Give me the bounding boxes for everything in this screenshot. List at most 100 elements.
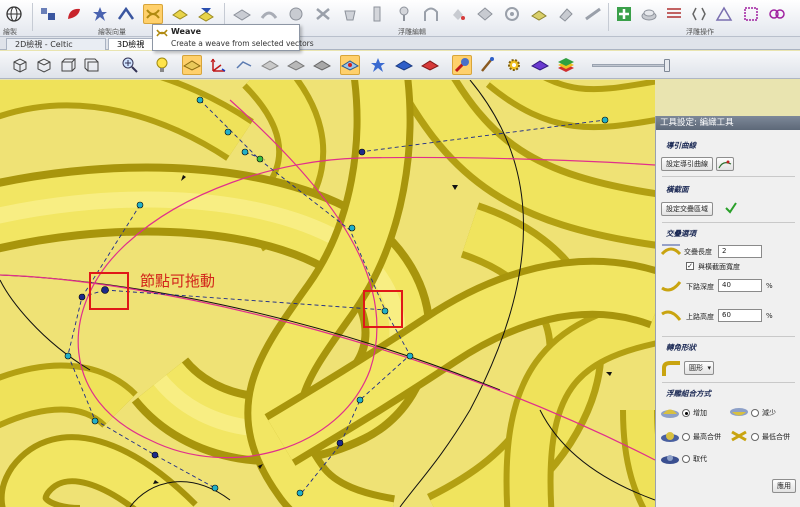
light-bulb-icon[interactable]	[152, 55, 172, 75]
same-width-label: 與橫截面寬度	[698, 263, 740, 271]
combine-add-label: 增加	[693, 409, 707, 417]
guide-curve-section: 導引曲線	[666, 141, 696, 150]
combine-min-radio[interactable]	[751, 433, 759, 441]
combine-add-icon	[661, 409, 679, 418]
relief-pin-icon[interactable]	[394, 4, 414, 24]
relief-erase-icon[interactable]	[556, 4, 576, 24]
relief-texture-icon[interactable]	[196, 4, 216, 24]
tab-2d-view[interactable]: 2D檢視 - Celtic Brooch	[6, 38, 106, 61]
combine-min-label: 最低合併	[762, 433, 790, 441]
node-edit-icon[interactable]	[38, 4, 58, 24]
cross-section-section: 橫截面	[666, 185, 689, 194]
overlap-length-input[interactable]: 2	[718, 245, 762, 258]
guide-curve-options-button[interactable]	[716, 157, 734, 171]
relief-fill-icon[interactable]	[448, 4, 468, 24]
zoom-icon[interactable]	[120, 55, 140, 75]
material-display-icon[interactable]	[286, 55, 306, 75]
relief-offset-icon[interactable]	[529, 4, 549, 24]
tab-3d-view[interactable]: 3D檢視	[108, 38, 154, 50]
gear-icon[interactable]	[504, 55, 524, 75]
relief-blend-icon[interactable]	[583, 4, 603, 24]
triangle-relief-icon[interactable]	[714, 4, 734, 24]
combine-max-label: 最高合併	[693, 433, 721, 441]
view-front-icon[interactable]	[34, 55, 54, 75]
combine-add-radio[interactable]	[682, 409, 690, 417]
relief-plane-icon[interactable]	[232, 4, 252, 24]
combine-replace-radio[interactable]	[682, 455, 690, 463]
shape-red-icon[interactable]	[64, 4, 84, 24]
relief-sweep-icon[interactable]	[259, 4, 279, 24]
vector-display-icon[interactable]	[234, 55, 254, 75]
3d-viewport[interactable]: 節點可拖動	[0, 80, 655, 507]
lower-depth-input[interactable]: 40	[718, 279, 762, 292]
weave-icon	[156, 29, 168, 37]
green-add-icon[interactable]	[614, 4, 634, 24]
upper-height-input[interactable]: 60	[718, 309, 762, 322]
set-guide-curve-button[interactable]: 設定導引曲線	[661, 157, 713, 171]
relief-display-icon[interactable]	[260, 55, 280, 75]
tool-settings-icon[interactable]	[452, 55, 472, 75]
ribbon-group-draw: 繪製	[3, 28, 17, 36]
panel-divider	[662, 382, 795, 383]
same-width-checkbox[interactable]: ✓	[686, 262, 694, 270]
bracket-relief-icon[interactable]	[689, 4, 709, 24]
tooltip-description: Create a weave from selected vectors	[171, 39, 314, 48]
relief-combine-section: 浮雕組合方式	[666, 389, 711, 398]
arrow-shape-icon[interactable]	[116, 4, 136, 24]
transparency-slider-track[interactable]	[592, 64, 668, 67]
set-overlap-region-button[interactable]: 設定交疊區域	[661, 202, 713, 216]
weave-tooltip: Weave Create a weave from selected vecto…	[152, 24, 314, 51]
relief-bucket-icon[interactable]	[340, 4, 360, 24]
paint-brush-icon[interactable]	[478, 55, 498, 75]
disc-relief-icon[interactable]	[639, 4, 659, 24]
axis-icon[interactable]	[208, 55, 228, 75]
red-plane-icon[interactable]	[420, 55, 440, 75]
upper-height-label: 上路高度	[686, 313, 714, 321]
blue-plane-icon[interactable]	[394, 55, 414, 75]
color-plane-icon[interactable]	[530, 55, 550, 75]
main-ribbon: 繪製 繪製向量 浮雕編輯 浮雕操作	[0, 0, 800, 37]
star-shape-icon[interactable]	[90, 4, 110, 24]
view-right-icon[interactable]	[82, 55, 102, 75]
ribbon-group-vector: 繪製向量	[98, 28, 126, 36]
relief-smooth-icon[interactable]	[502, 4, 522, 24]
combine-max-icon	[661, 432, 679, 442]
corner-shape-icon	[662, 361, 680, 376]
transparency-slider-thumb[interactable]	[664, 59, 670, 72]
checkmark-icon	[725, 202, 737, 214]
combine-subtract-label: 減少	[762, 409, 776, 417]
apply-button[interactable]: 應用	[772, 479, 796, 493]
weave-tool-icon[interactable]	[143, 4, 163, 24]
chain-relief-icon[interactable]	[767, 4, 787, 24]
corner-shape-dropdown[interactable]: 圓形 ▾	[684, 361, 714, 375]
upper-height-icon	[661, 310, 682, 321]
lower-depth-unit: %	[766, 282, 773, 290]
panel-title: 工具設定: 編織工具	[656, 116, 800, 130]
combine-subtract-radio[interactable]	[751, 409, 759, 417]
relief-rotate-icon[interactable]	[286, 4, 306, 24]
vector-on-relief-icon[interactable]	[340, 55, 360, 75]
relief-twist-icon[interactable]	[313, 4, 333, 24]
combine-min-icon	[731, 430, 747, 442]
shaded-display-icon[interactable]	[312, 55, 332, 75]
relief-column-icon[interactable]	[367, 4, 387, 24]
globe-icon[interactable]	[4, 4, 24, 24]
overlap-length-icon	[660, 244, 682, 256]
ribbon-divider	[608, 3, 609, 31]
view-iso-icon[interactable]	[10, 55, 30, 75]
relief-arch-icon[interactable]	[421, 4, 441, 24]
combine-max-radio[interactable]	[682, 433, 690, 441]
drag-node-highlight	[363, 290, 403, 328]
rainbow-layers-icon[interactable]	[556, 55, 576, 75]
stripes-relief-icon[interactable]	[664, 4, 684, 24]
ribbon-group-relief-ops: 浮雕操作	[686, 28, 714, 36]
ribbon-divider	[32, 3, 33, 31]
select-frame-icon[interactable]	[741, 4, 761, 24]
view-top-icon[interactable]	[58, 55, 78, 75]
star-display-icon[interactable]	[368, 55, 388, 75]
relief-flat-icon[interactable]	[170, 4, 190, 24]
panel-divider	[662, 336, 795, 337]
panel-divider	[662, 222, 795, 223]
relief-layer-icon[interactable]	[182, 55, 202, 75]
relief-scale-icon[interactable]	[475, 4, 495, 24]
